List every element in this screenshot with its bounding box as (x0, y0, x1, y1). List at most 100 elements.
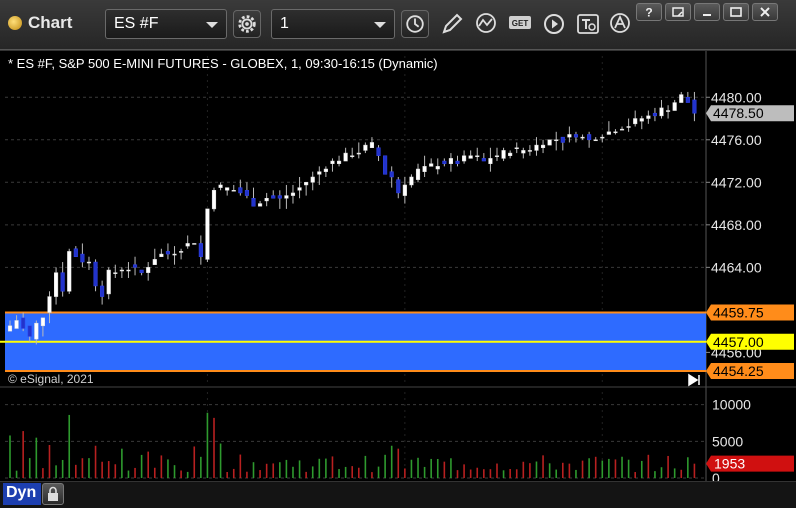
candle-body-up (356, 152, 361, 155)
price-tag-label: 4459.75 (713, 305, 764, 321)
alert-icon (610, 13, 630, 33)
maximize-button[interactable] (723, 3, 749, 21)
candle-body-up (422, 166, 427, 172)
candle-body-up (86, 261, 92, 264)
candle (211, 187, 217, 212)
candle-body-up (448, 158, 453, 164)
candle-body-up (330, 160, 335, 164)
candle-body-up (547, 139, 552, 146)
candle-body-down (251, 198, 256, 207)
price-tag-label: 4457.00 (713, 334, 764, 350)
candle-body-up (119, 269, 124, 272)
chevron-down-icon[interactable] (374, 22, 386, 28)
candle-body-up (159, 253, 164, 257)
candle-body-up (218, 184, 223, 188)
candle-body-up (179, 251, 184, 253)
candle-body-up (363, 144, 368, 151)
minimize-button[interactable] (694, 3, 720, 21)
lock-button[interactable] (42, 483, 64, 505)
candle-body-up (258, 203, 263, 207)
candle-body-up (659, 107, 664, 117)
time-sales-button[interactable] (574, 10, 602, 38)
price-tick-label: 4468.00 (711, 217, 762, 233)
chevron-down-icon[interactable] (206, 22, 218, 28)
candle-body-down (685, 97, 690, 103)
replay-button[interactable] (540, 10, 568, 38)
candle-body-up (310, 176, 315, 183)
help-icon: ? (645, 6, 652, 18)
candle-body-up (521, 150, 526, 154)
alerts-button[interactable] (606, 10, 634, 38)
candle-body-down (73, 248, 78, 257)
symbol-combo[interactable]: ES #F (105, 9, 227, 39)
price-tick-label: 4472.00 (711, 174, 762, 190)
candle-body-down (165, 251, 171, 255)
price-chart[interactable]: 4480.004476.004472.004468.004464.004456.… (0, 50, 796, 481)
candle-body-up (501, 150, 506, 159)
candle-body-up (172, 253, 177, 256)
candle-body-down (383, 155, 388, 175)
candle-body-up (113, 272, 118, 274)
candle-body-up (106, 269, 111, 295)
svg-text:?: ? (645, 6, 652, 18)
candle-body-up (225, 187, 230, 191)
copyright-text: © eSignal, 2021 (8, 372, 94, 386)
candle (383, 155, 388, 175)
get-data-button[interactable]: GET (506, 10, 534, 38)
candle-body-up (527, 150, 532, 152)
candle-body-up (534, 144, 539, 151)
help-button[interactable]: ? (636, 3, 662, 21)
candle-body-up (264, 198, 269, 202)
pencil-icon (442, 13, 463, 34)
chart-header: * ES #F, S&P 500 E-MINI FUTURES - GLOBEX… (8, 56, 438, 71)
studies-button[interactable] (472, 10, 500, 38)
candle-body-up (185, 243, 190, 247)
svg-text:GET: GET (512, 19, 529, 28)
bottom-bar (0, 481, 796, 508)
volume-tag-label: 1953 (714, 456, 745, 472)
price-tag-label: 4478.50 (713, 105, 764, 121)
candle-body-up (468, 155, 473, 159)
close-button[interactable] (752, 3, 778, 21)
candle-body-up (679, 94, 684, 103)
candle-body-up (323, 168, 328, 172)
candle-body-up (40, 317, 45, 327)
candle-body-down (80, 253, 85, 263)
maximize-icon (730, 7, 742, 17)
candle-body-down (455, 160, 460, 164)
candle (67, 248, 72, 294)
candle-body-down (60, 272, 65, 292)
settings-button[interactable] (233, 10, 261, 38)
candle-body-up (152, 259, 157, 265)
candle-body-up (600, 136, 605, 139)
candle-body-down (244, 190, 249, 196)
lock-icon (48, 486, 58, 501)
get-icon: GET (509, 16, 531, 29)
candle-body-down (442, 160, 447, 164)
candle-body-down (389, 171, 394, 178)
price-tag: 4478.50 (706, 105, 794, 122)
restore-window-button[interactable] (665, 3, 691, 21)
time-template-button[interactable] (401, 10, 429, 38)
candle-body-down (198, 243, 203, 257)
candle-body-up (639, 118, 644, 122)
candle-body-up (540, 144, 546, 149)
candle-body-up (666, 110, 671, 112)
window-title: Chart (8, 13, 72, 33)
clock-icon (406, 15, 424, 33)
candle-body-up (626, 126, 631, 128)
candle-body-up (284, 195, 289, 199)
candle-body-up (290, 192, 296, 196)
candle (547, 139, 552, 146)
candle-body-down (560, 136, 565, 143)
draw-tools-button[interactable] (438, 10, 466, 38)
dynamic-mode-label[interactable]: Dyn (3, 483, 41, 505)
play-icon (544, 14, 564, 34)
price-tag: 4457.00 (706, 333, 794, 350)
time-sales-icon (577, 14, 599, 34)
candle-body-up (317, 171, 322, 175)
interval-combo[interactable]: 1 (271, 9, 395, 39)
price-tag: 4454.25 (706, 363, 794, 379)
candle-body-down (376, 147, 381, 156)
candle-body-down (27, 325, 32, 337)
